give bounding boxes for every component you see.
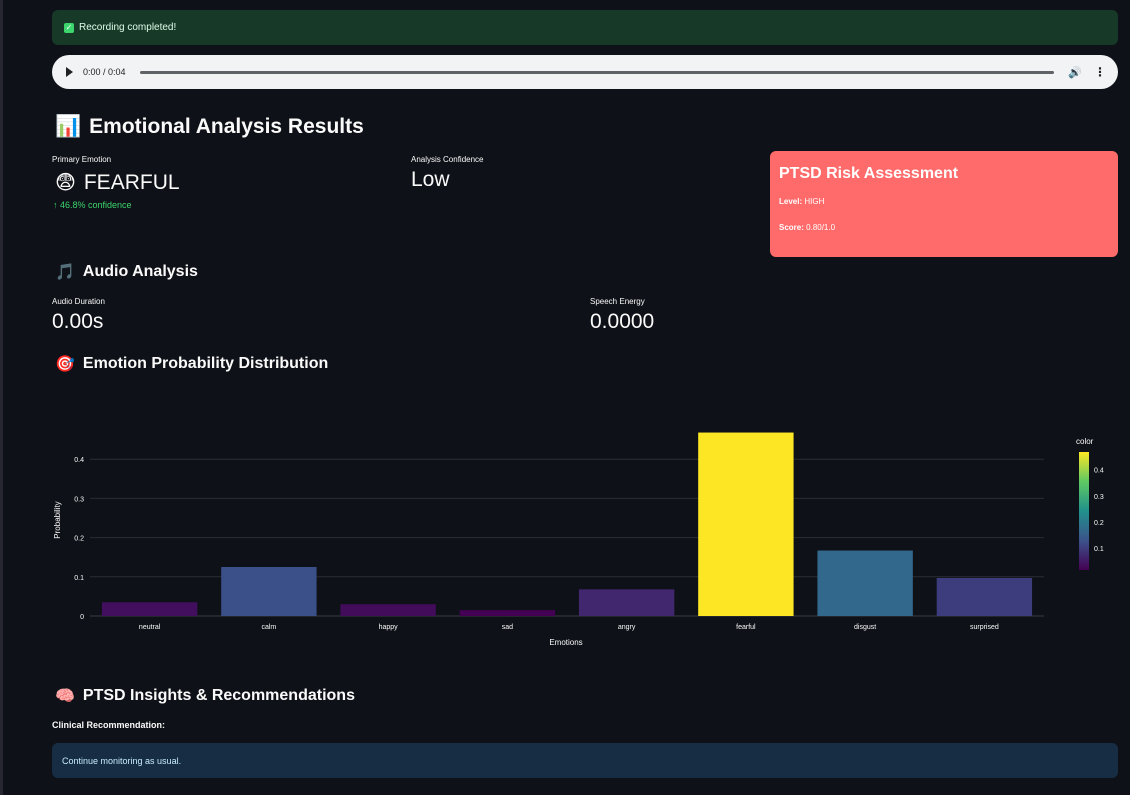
chart-bars xyxy=(101,432,1033,616)
risk-score: Score: 0.80/1.0 xyxy=(779,223,1109,232)
audio-analysis-heading: 🎵 Audio Analysis xyxy=(55,262,198,282)
x-tick-label-angry: angry xyxy=(618,624,636,631)
audio-player[interactable]: 0:00 / 0:04 🔊 ⋮ xyxy=(52,55,1118,89)
more-options-icon[interactable]: ⋮ xyxy=(1094,65,1106,79)
y-tick-label: 0.2 xyxy=(74,536,84,543)
speech-energy-label: Speech Energy xyxy=(590,297,645,306)
colorbar-ticks: 0.1 0.2 0.3 0.4 xyxy=(1094,468,1104,553)
brain-icon: 🧠 xyxy=(55,688,75,705)
risk-score-value: 0.80/1.0 xyxy=(806,223,836,232)
speech-energy-value: 0.0000 xyxy=(590,310,655,333)
risk-title: PTSD Risk Assessment xyxy=(779,165,959,182)
confidence-value: Low xyxy=(411,168,450,191)
recommendation-text: Continue monitoring as usual. xyxy=(62,755,182,766)
x-tick-label-neutral: neutral xyxy=(139,624,161,631)
risk-level: Level: HIGH xyxy=(779,197,1109,206)
recommendation-box: Continue monitoring as usual. xyxy=(52,743,1118,778)
bar-calm[interactable] xyxy=(221,567,317,616)
volume-icon[interactable]: 🔊 xyxy=(1068,66,1082,79)
bar-sad[interactable] xyxy=(459,610,556,616)
y-tick-label: 0.1 xyxy=(74,575,84,582)
chart-x-tick-labels: neutral calm happy sad angry fearful disgust su… xyxy=(139,624,999,631)
risk-score-label: Score: xyxy=(779,223,804,232)
bar-neutral[interactable] xyxy=(101,602,198,616)
colorbar-tick-label: 0.2 xyxy=(1094,520,1104,527)
sidebar-edge xyxy=(0,0,3,795)
x-tick-label-happy: happy xyxy=(379,624,399,631)
colorbar-tick-label: 0.4 xyxy=(1094,468,1104,475)
y-tick-label: 0.4 xyxy=(74,457,84,464)
success-alert: ✓ Recording completed! xyxy=(52,10,1118,45)
audio-duration-label: Audio Duration xyxy=(52,297,105,306)
x-tick-label-surprised: surprised xyxy=(970,624,999,631)
distribution-title: Emotion Probability Distribution xyxy=(82,355,329,372)
x-tick-label-fearful: fearful xyxy=(736,624,756,631)
clinical-recommendation-label: Clinical Recommendation: xyxy=(52,720,166,730)
bar-chart-icon: 📊 xyxy=(55,115,82,138)
audio-duration-value: 0.00s xyxy=(52,310,104,333)
primary-emotion-metric: 😨 FEARFUL xyxy=(55,170,180,195)
audio-analysis-title: Audio Analysis xyxy=(82,263,198,280)
y-tick-label: 0 xyxy=(80,614,84,621)
colorbar-tick-label: 0.3 xyxy=(1094,494,1104,501)
x-axis-title: Emotions xyxy=(549,638,582,647)
check-icon: ✓ xyxy=(64,22,74,33)
colorbar: color 0.1 0.2 0.3 0.4 xyxy=(1076,437,1104,570)
target-icon: 🎯 xyxy=(55,356,75,373)
chart-y-tick-labels: 0 0.1 0.2 0.3 0.4 xyxy=(74,457,84,621)
colorbar-tick-label: 0.1 xyxy=(1094,546,1104,553)
bar-disgust[interactable] xyxy=(817,550,913,616)
results-heading: 📊 Emotional Analysis Results xyxy=(55,115,364,139)
confidence-delta-text: 46.8% confidence xyxy=(60,200,132,210)
colorbar-gradient xyxy=(1079,452,1089,570)
ptsd-risk-card: PTSD Risk Assessment Level: HIGH Score: … xyxy=(770,151,1118,257)
x-tick-label-calm: calm xyxy=(261,624,276,631)
colorbar-title: color xyxy=(1076,437,1094,446)
insights-title: PTSD Insights & Recommendations xyxy=(82,687,355,704)
music-note-icon: 🎵 xyxy=(55,264,75,281)
x-tick-label-sad: sad xyxy=(502,624,513,631)
emotion-bar-chart: neutral calm happy sad angry fearful disgust su… xyxy=(53,432,1104,647)
distribution-heading: 🎯 Emotion Probability Distribution xyxy=(55,354,328,374)
alert-text: Recording completed! xyxy=(79,22,177,33)
bar-happy[interactable] xyxy=(340,604,436,616)
insights-heading: 🧠 PTSD Insights & Recommendations xyxy=(55,686,355,706)
results-title: Emotional Analysis Results xyxy=(89,115,364,138)
risk-level-value: HIGH xyxy=(804,197,825,206)
bar-fearful[interactable] xyxy=(698,432,794,616)
primary-emotion-label: Primary Emotion xyxy=(52,155,112,164)
confidence-label: Analysis Confidence xyxy=(411,155,484,164)
primary-emotion-value: FEARFUL xyxy=(83,170,180,194)
risk-level-label: Level: xyxy=(779,197,803,206)
confidence-delta: ↑ 46.8% confidence xyxy=(53,200,132,210)
audio-time: 0:00 / 0:04 xyxy=(83,67,126,77)
fearful-face-icon: 😨 xyxy=(55,172,76,194)
play-icon[interactable] xyxy=(66,67,73,77)
arrow-up-icon: ↑ xyxy=(53,200,58,210)
y-axis-title: Probability xyxy=(53,501,62,538)
bar-angry[interactable] xyxy=(578,589,675,616)
x-tick-label-disgust: disgust xyxy=(854,624,876,631)
bar-surprised[interactable] xyxy=(936,577,1033,616)
audio-progress-bar[interactable] xyxy=(139,70,1055,74)
y-tick-label: 0.3 xyxy=(74,496,84,503)
